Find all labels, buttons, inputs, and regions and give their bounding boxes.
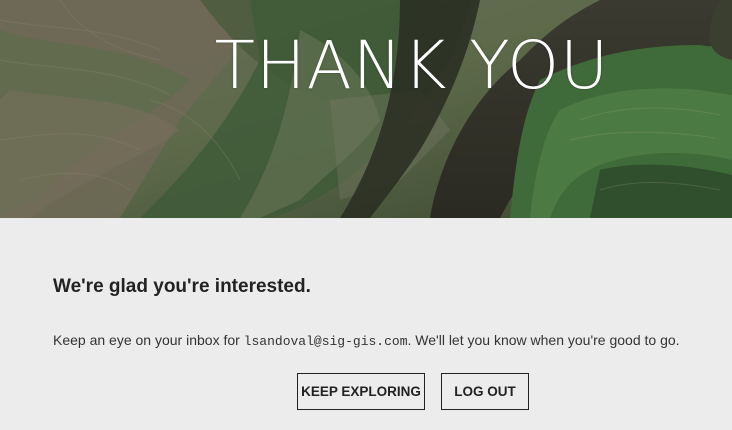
confirmation-message: Keep an eye on your inbox for lsandoval@…: [53, 332, 680, 349]
log-out-button[interactable]: LOG OUT: [441, 373, 529, 410]
confirmation-panel: We're glad you're interested. Keep an ey…: [0, 218, 732, 430]
keep-exploring-button[interactable]: KEEP EXPLORING: [297, 373, 425, 410]
confirmation-heading: We're glad you're interested.: [53, 276, 311, 297]
page-title: THANK YOU: [214, 27, 610, 104]
message-prefix: Keep an eye on your inbox for: [53, 332, 244, 348]
user-email: lsandoval@sig-gis.com: [243, 334, 408, 349]
message-suffix: . We'll let you know when you're good to…: [407, 332, 680, 348]
hero-banner: THANK YOU: [0, 0, 732, 218]
